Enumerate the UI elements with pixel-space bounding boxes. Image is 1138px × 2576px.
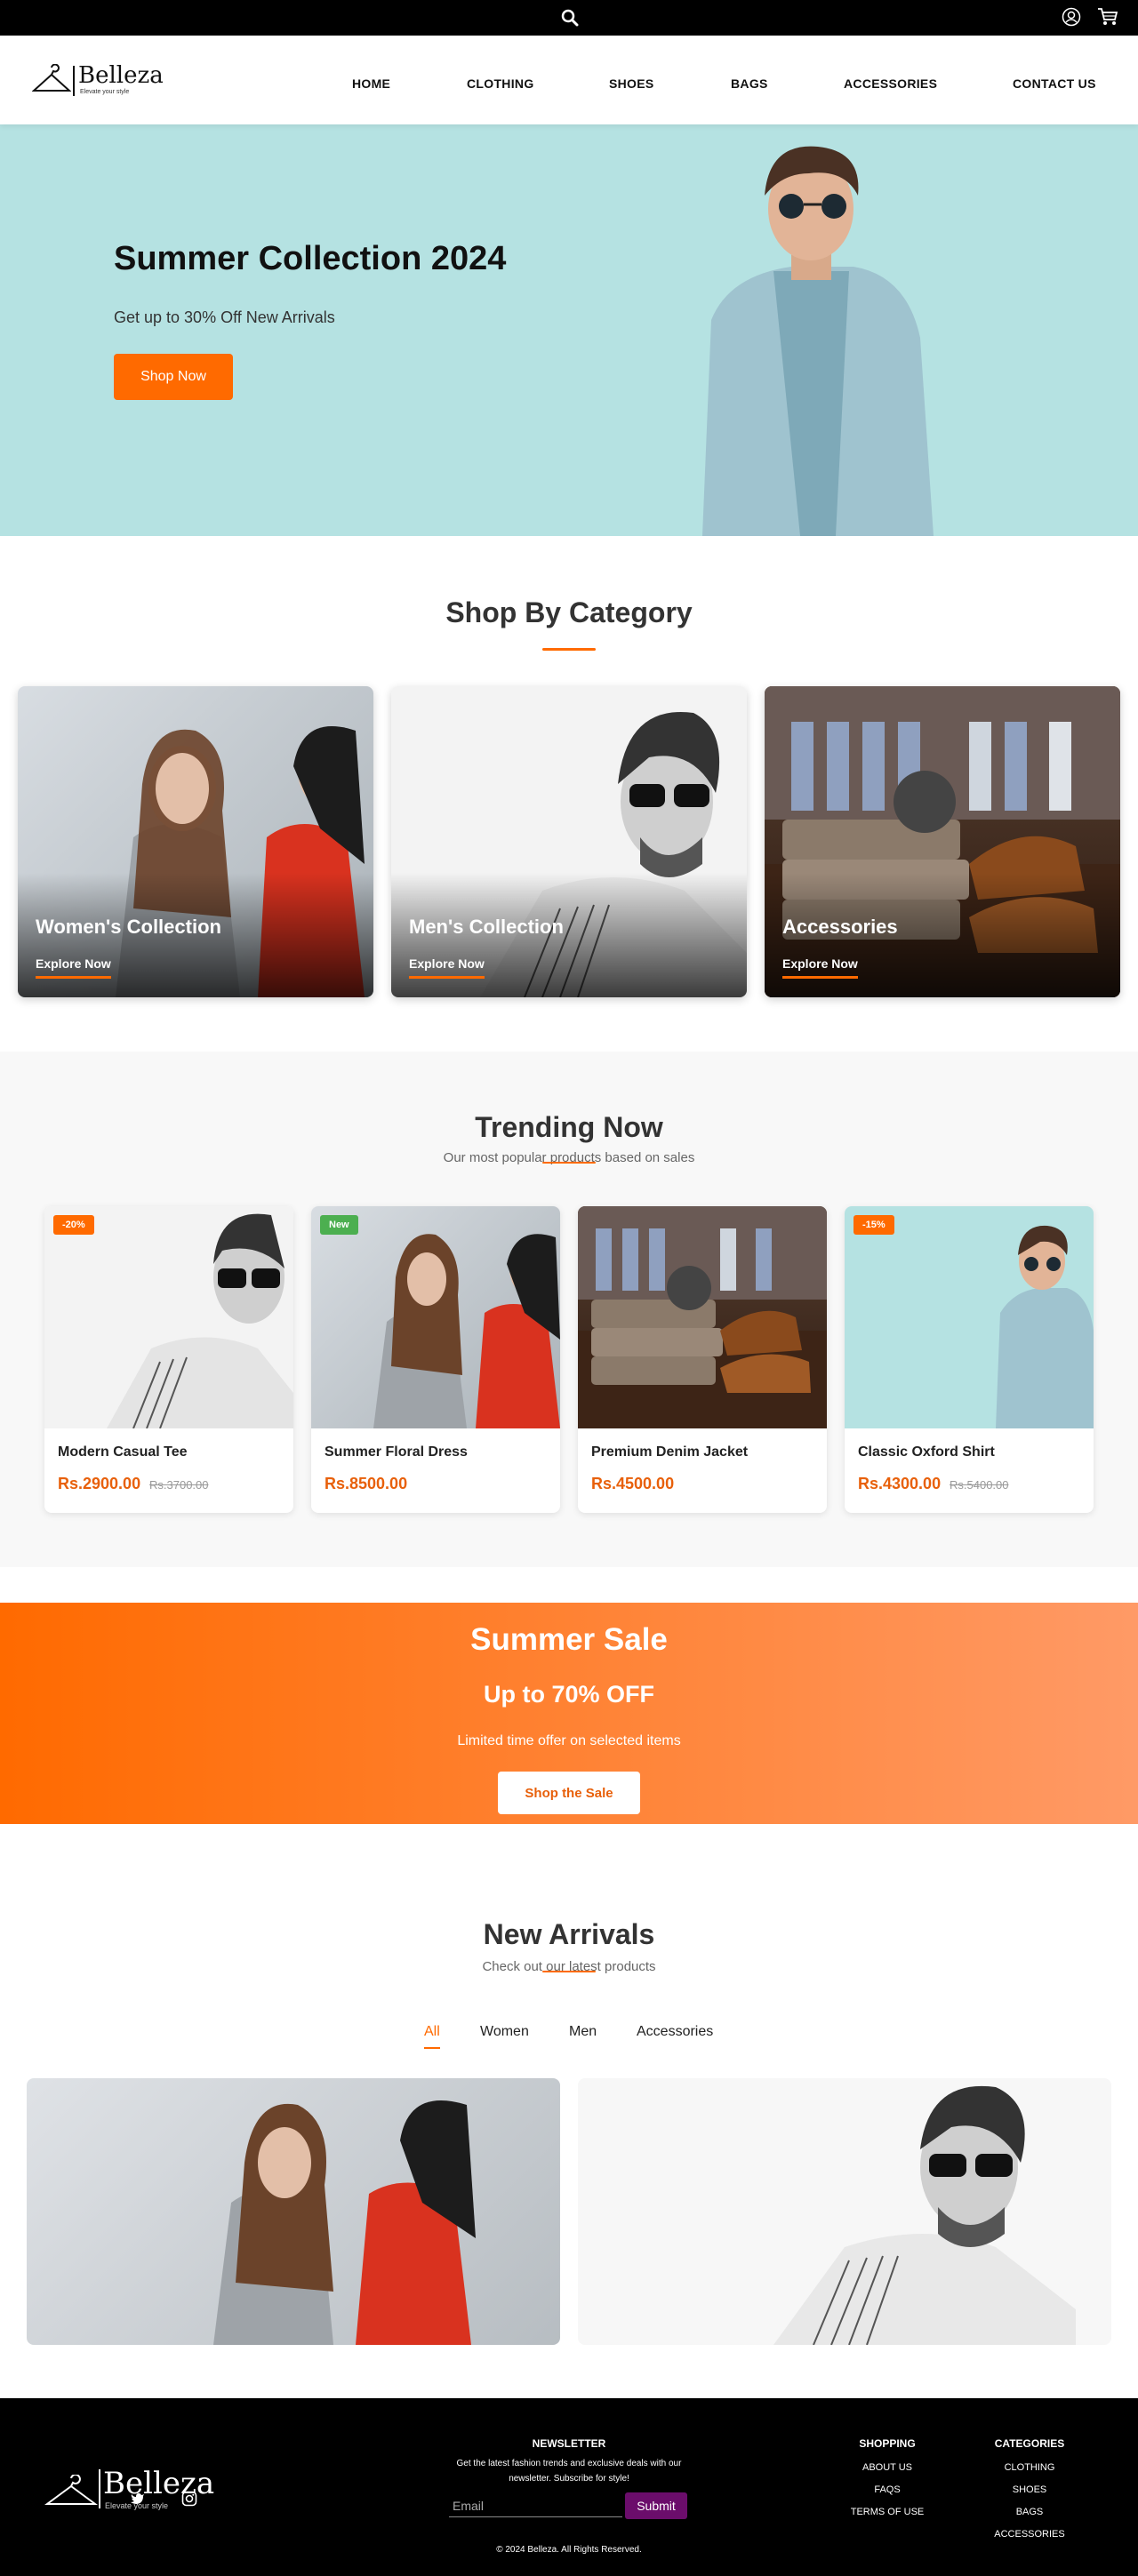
product-old-price: Rs.5400.00 [950,1478,1009,1492]
product-name[interactable]: Summer Floral Dress [325,1444,468,1460]
category-title: Men's Collection [409,916,564,938]
site-header: Belleza Elevate your style HOME CLOTHING… [0,36,1138,124]
new-arrival-image [213,2100,476,2345]
title-underline [542,648,596,651]
newsletter-text: Get the latest fashion trends and exclus… [456,2459,682,2484]
brand-name: Belleza [78,62,164,89]
nav-accessories[interactable]: ACCESSORIES [844,76,937,91]
product-image [311,1206,560,1428]
discount-badge: -20% [53,1215,94,1235]
sale-title: Summer Sale [470,1622,668,1657]
category-section-title: Shop By Category [445,596,693,628]
discount-badge: -15% [854,1215,894,1235]
hero-subtitle: Get up to 30% Off New Arrivals [114,308,335,326]
category-title: Accessories [782,916,898,938]
nav-clothing[interactable]: CLOTHING [467,76,534,91]
search-icon[interactable] [561,9,579,27]
explore-now-link[interactable]: Explore Now [782,956,858,979]
product-name[interactable]: Modern Casual Tee [58,1444,188,1460]
nav-contact-us[interactable]: CONTACT US [1013,76,1096,91]
category-card-accessories[interactable]: Accessories Explore Now [765,686,1120,997]
shop-the-sale-button[interactable]: Shop the Sale [498,1772,640,1814]
newsletter-title: NEWSLETTER [532,2437,606,2450]
product-card[interactable]: -15% Classic Oxford Shirt Rs.4300.00 Rs.… [845,1206,1094,1513]
top-bar [0,0,1138,36]
product-price: Rs.8500.00 [325,1475,408,1492]
trending-title: Trending Now [475,1111,663,1143]
site-footer: Belleza Elevate your style NEWSLETTER Ge… [0,2398,1138,2576]
instagram-icon[interactable] [181,2491,197,2507]
nav-bags[interactable]: BAGS [731,76,768,91]
category-card-men[interactable]: Men's Collection Explore Now [391,686,747,997]
brand-logo[interactable]: Belleza Elevate your style [32,62,174,101]
sale-banner: Summer Sale Up to 70% OFF Limited time o… [0,1603,1138,1824]
product-photo [373,1234,560,1428]
tab-men[interactable]: Men [569,2024,597,2040]
explore-now-link[interactable]: Explore Now [36,956,111,979]
sale-description: Limited time offer on selected items [457,1733,681,1748]
new-arrival-card[interactable] [578,2078,1111,2345]
hanger-icon [32,64,71,92]
cart-icon[interactable] [1097,7,1118,27]
tab-all[interactable]: All [424,2024,440,2049]
product-photo [996,1225,1094,1428]
product-image [845,1206,1094,1428]
logo-divider [73,66,75,96]
shop-now-button[interactable]: Shop Now [114,354,233,400]
nav-home[interactable]: HOME [352,76,390,91]
product-name[interactable]: Classic Oxford Shirt [858,1444,995,1460]
footer-link-bags[interactable]: BAGS [976,2507,1083,2517]
categories-title: CATEGORIES [994,2437,1065,2450]
category-title: Women's Collection [36,916,221,938]
tab-accessories[interactable]: Accessories [637,2024,713,2040]
product-photo [107,1213,293,1428]
brand-name: Belleza [103,2466,215,2501]
footer-link-accessories[interactable]: ACCESSORIES [976,2529,1083,2540]
tab-women[interactable]: Women [480,2024,529,2040]
product-card[interactable]: Premium Denim Jacket Rs.4500.00 [578,1206,827,1513]
footer-link-terms[interactable]: TERMS OF USE [834,2507,941,2517]
product-old-price: Rs.3700.00 [149,1478,209,1492]
footer-link-shoes[interactable]: SHOES [976,2484,1083,2495]
brand-tagline: Elevate your style [80,89,130,95]
footer-logo[interactable]: Belleza Elevate your style [44,2466,222,2516]
product-image [578,1206,827,1428]
hanger-icon [44,2475,98,2505]
arrivals-title: New Arrivals [483,1918,655,1950]
product-image [44,1206,293,1428]
hero-title: Summer Collection 2024 [114,240,507,277]
email-field[interactable] [449,2494,622,2517]
hero-model-image [702,146,934,536]
footer-link-about-us[interactable]: ABOUT US [834,2462,941,2473]
product-price: Rs.4300.00 [858,1475,942,1492]
product-price: Rs.2900.00 [58,1475,141,1492]
product-name[interactable]: Premium Denim Jacket [591,1444,748,1460]
title-underline [542,1971,596,1972]
explore-now-link[interactable]: Explore Now [409,956,485,979]
sale-offer: Up to 70% OFF [483,1681,654,1708]
product-card[interactable]: -20% Modern Casual Tee Rs.2900.00 Rs.370… [44,1206,293,1513]
nav-shoes[interactable]: SHOES [609,76,654,91]
logo-divider [99,2469,100,2508]
shopping-title: SHOPPING [859,2437,916,2450]
twitter-icon[interactable] [130,2491,146,2507]
product-photo [578,1206,827,1428]
footer-link-faqs[interactable]: FAQS [834,2484,941,2495]
copyright: © 2024 Belleza. All Rights Reserved. [496,2545,642,2555]
user-account-icon[interactable] [1062,7,1081,27]
product-price: Rs.4500.00 [591,1475,675,1492]
hero-banner: Summer Collection 2024 Get up to 30% Off… [0,124,1138,536]
product-card[interactable]: New Summer Floral Dress Rs.8500.00 [311,1206,560,1513]
category-card-women[interactable]: Women's Collection Explore Now [18,686,373,997]
footer-link-clothing[interactable]: CLOTHING [976,2462,1083,2473]
new-arrival-image [773,2085,1076,2345]
new-badge: New [320,1215,358,1235]
submit-button[interactable]: Submit [625,2492,687,2519]
new-arrival-card[interactable] [27,2078,560,2345]
title-underline [542,1162,596,1164]
